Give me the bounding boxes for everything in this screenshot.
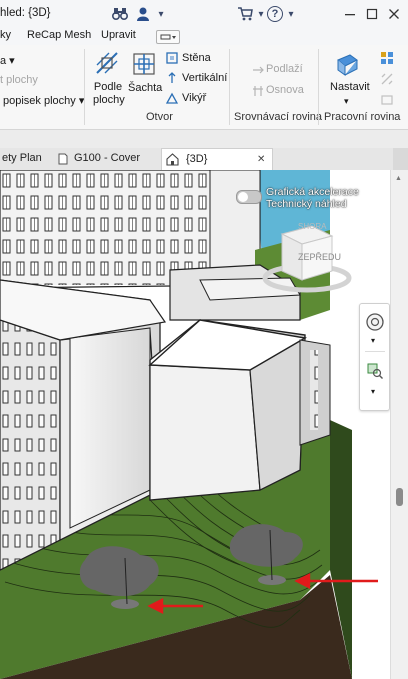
vertical-scrollbar[interactable]: ▲ — [390, 170, 408, 679]
chevron-down-icon[interactable]: ▾ — [344, 96, 349, 107]
help-label: ? — [267, 6, 283, 22]
help-icon[interactable]: ? — [266, 5, 284, 23]
ribbon-footer — [0, 130, 408, 148]
maximize-icon[interactable] — [364, 5, 380, 23]
ribbon-toggle-button[interactable] — [156, 30, 180, 44]
ribbon-tab-recap-mesh[interactable]: ReCap Mesh — [27, 29, 91, 41]
3d-viewport[interactable]: Grafická akcelerace Technický náhled SHO… — [0, 170, 390, 679]
scrollbar-thumb[interactable] — [396, 488, 403, 506]
window-title: hled: {3D} — [0, 7, 51, 19]
tab-close-icon[interactable]: ✕ — [257, 149, 265, 170]
ribbon-partial-row1[interactable]: a ▾ — [0, 54, 15, 67]
vertical-opening-button[interactable]: Vertikální — [182, 72, 227, 84]
title-bar: hled: {3D} ▾ ▾ ? ▾ — [0, 0, 408, 29]
binoculars-icon[interactable] — [110, 5, 130, 23]
close-icon[interactable] — [386, 5, 402, 23]
set-workplane-button[interactable]: Nastavit — [330, 81, 370, 93]
ribbon-separator — [318, 49, 319, 125]
set-workplane-icon[interactable] — [334, 51, 360, 77]
group-label-otvor: Otvor — [146, 111, 173, 123]
level-icon — [252, 64, 264, 76]
wall-opening-icon[interactable] — [166, 52, 178, 64]
sheet-icon — [57, 153, 69, 165]
grid-button: Osnova — [266, 84, 304, 96]
navbar-divider — [365, 351, 385, 352]
group-label-srovnavaci-rovina: Srovnávací rovina — [234, 111, 323, 123]
dormer-opening-button[interactable]: Vikýř — [182, 92, 206, 104]
tab-3d-view[interactable]: {3D} ✕ — [161, 148, 273, 170]
tab-g100-cover[interactable]: G100 - Cover — [74, 148, 158, 169]
show-workplane-icon[interactable] — [380, 51, 394, 65]
grid-icon — [252, 85, 264, 97]
user-dropdown[interactable]: ▾ — [156, 5, 166, 23]
viewcube-top-label: SHORA — [298, 222, 327, 231]
ribbon-panel: a ▾ t plochy popisek plochy ▾ Podle ploc… — [0, 45, 408, 130]
vertical-opening-icon[interactable] — [166, 72, 178, 84]
ribbon-tab-bar: ky ReCap Mesh Upravit — [0, 28, 408, 45]
ribbon-separator — [229, 49, 230, 125]
viewer-icon — [380, 93, 394, 107]
view-tabs: ety Plan G100 - Cover {3D} ✕ — [0, 148, 408, 171]
navigation-bar: ▾ ▾ — [359, 303, 390, 411]
chevron-down-icon[interactable]: ▾ — [371, 336, 375, 345]
graphics-notice-line2: Technický náhled — [266, 198, 347, 210]
opening-by-face-button[interactable]: Podle plochy — [93, 81, 125, 107]
tabs-overflow[interactable] — [393, 148, 408, 170]
tab-3d-label: {3D} — [186, 153, 208, 165]
opening-by-face-icon[interactable] — [94, 50, 120, 76]
cart-dropdown[interactable]: ▾ — [256, 5, 266, 23]
wall-opening-button[interactable]: Stěna — [182, 52, 211, 64]
steering-wheel-icon[interactable] — [365, 312, 385, 332]
user-icon[interactable] — [134, 5, 152, 23]
viewcube-front-label: ZEPŘEDU — [298, 252, 342, 262]
ribbon-separator — [84, 49, 85, 125]
ribbon-tab-partial[interactable]: ky — [0, 29, 11, 41]
level-button: Podlaží — [266, 63, 303, 75]
dormer-opening-icon[interactable] — [165, 92, 179, 104]
group-label-pracovni-rovina: Pracovní rovina — [324, 111, 401, 123]
scroll-up-icon[interactable]: ▲ — [395, 175, 402, 182]
shaft-opening-button[interactable]: Šachta — [128, 82, 162, 94]
chevron-down-icon[interactable]: ▾ — [371, 387, 375, 396]
help-dropdown[interactable]: ▾ — [286, 5, 296, 23]
tab-safety-plan[interactable]: ety Plan — [0, 148, 50, 169]
ribbon-partial-row2: t plochy — [0, 74, 38, 86]
opening-by-face-label-2: plochy — [93, 94, 125, 106]
opening-by-face-label-1: Podle — [93, 81, 123, 93]
graphics-notice-line1: Grafická akcelerace — [266, 186, 359, 198]
ref-plane-icon — [380, 72, 394, 86]
cart-icon[interactable] — [236, 5, 254, 23]
zoom-region-icon[interactable] — [366, 362, 384, 380]
ribbon-tab-upravit[interactable]: Upravit — [101, 29, 136, 41]
graphics-toggle[interactable] — [236, 190, 262, 204]
ribbon-partial-row3[interactable]: popisek plochy ▾ — [3, 94, 84, 107]
shaft-opening-icon[interactable] — [131, 51, 157, 77]
view-cube[interactable]: SHORA ZEPŘEDU — [262, 216, 352, 296]
3d-house-icon — [166, 153, 179, 166]
minimize-icon[interactable] — [342, 5, 358, 23]
